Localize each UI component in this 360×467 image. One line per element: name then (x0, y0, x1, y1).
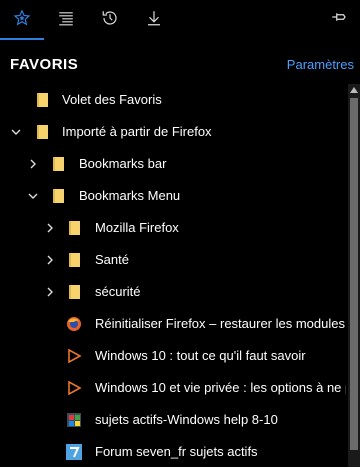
pin-pane-button[interactable] (328, 8, 350, 30)
firefox-favicon-icon (66, 316, 82, 332)
folder-icon (66, 220, 82, 236)
folder-icon (50, 156, 66, 172)
vertical-scrollbar[interactable] (348, 84, 360, 467)
tree-item-volet-des-favoris[interactable]: Volet des Favoris (0, 84, 346, 116)
favorites-tree: Volet des Favoris Importé à partir de Fi… (0, 84, 346, 467)
tree-item-label: Réinitialiser Firefox – restaurer les mo… (95, 316, 346, 331)
folder-icon (66, 284, 82, 300)
downloads-icon (145, 9, 163, 32)
chevron-right-icon[interactable] (43, 253, 57, 267)
favorites-star-icon (13, 8, 31, 32)
tree-item-label: Santé (95, 252, 129, 267)
bookmark-windows10-vie-privee[interactable]: Windows 10 et vie privée : les options à… (0, 372, 346, 404)
tree-item-label: Windows 10 et vie privée : les options à… (95, 380, 346, 395)
tree-item-bookmarks-bar[interactable]: Bookmarks bar (0, 148, 346, 180)
folder-icon (50, 188, 66, 204)
folder-icon (34, 92, 50, 108)
chevron-down-icon[interactable] (9, 125, 23, 139)
scroll-up-arrow-icon[interactable] (348, 84, 360, 96)
chevron-down-icon[interactable] (26, 189, 40, 203)
hub-tab-bar (0, 0, 360, 40)
history-icon (101, 9, 119, 32)
reading-list-icon (57, 9, 75, 32)
bookmark-reinitialiser-firefox[interactable]: Réinitialiser Firefox – restaurer les mo… (0, 308, 346, 340)
tab-history[interactable] (88, 0, 132, 40)
scrollbar-thumb[interactable] (350, 98, 358, 450)
play-triangle-favicon-icon (66, 348, 82, 364)
tree-item-label: Forum seven_fr sujets actifs (95, 444, 258, 459)
tree-item-label: Bookmarks Menu (79, 188, 181, 203)
tree-item-label: Volet des Favoris (62, 92, 162, 107)
tab-downloads[interactable] (132, 0, 176, 40)
windows-help-favicon-icon (66, 412, 82, 428)
tree-item-label: Windows 10 : tout ce qu'il faut savoir (95, 348, 306, 363)
tree-item-label: sujets actifs-Windows help 8-10 (95, 412, 278, 427)
tab-favorites[interactable] (0, 0, 44, 40)
play-triangle-favicon-icon (66, 380, 82, 396)
bookmark-forum-seven-fr[interactable]: Forum seven_fr sujets actifs (0, 436, 346, 467)
seven-forum-favicon-icon (66, 444, 82, 460)
tree-item-sante[interactable]: Santé (0, 244, 346, 276)
chevron-right-icon[interactable] (26, 157, 40, 171)
tree-item-importe-firefox[interactable]: Importé à partir de Firefox (0, 116, 346, 148)
tree-item-label: Mozilla Firefox (95, 220, 179, 235)
page-title: FAVORIS (10, 56, 79, 73)
bookmark-windows10-tout-savoir[interactable]: Windows 10 : tout ce qu'il faut savoir (0, 340, 346, 372)
folder-icon (34, 124, 50, 140)
tab-reading-list[interactable] (44, 0, 88, 40)
chevron-right-icon[interactable] (43, 221, 57, 235)
tree-item-mozilla-firefox[interactable]: Mozilla Firefox (0, 212, 346, 244)
tree-item-securite[interactable]: sécurité (0, 276, 346, 308)
settings-link[interactable]: Paramètres (287, 57, 354, 72)
folder-icon (66, 252, 82, 268)
chevron-right-icon[interactable] (43, 285, 57, 299)
tree-item-label: sécurité (95, 284, 141, 299)
tree-item-label: Importé à partir de Firefox (62, 124, 212, 139)
tree-item-label: Bookmarks bar (79, 156, 167, 171)
tree-item-bookmarks-menu[interactable]: Bookmarks Menu (0, 180, 346, 212)
bookmark-sujets-actifs-windows-help[interactable]: sujets actifs-Windows help 8-10 (0, 404, 346, 436)
pin-icon (330, 8, 348, 31)
